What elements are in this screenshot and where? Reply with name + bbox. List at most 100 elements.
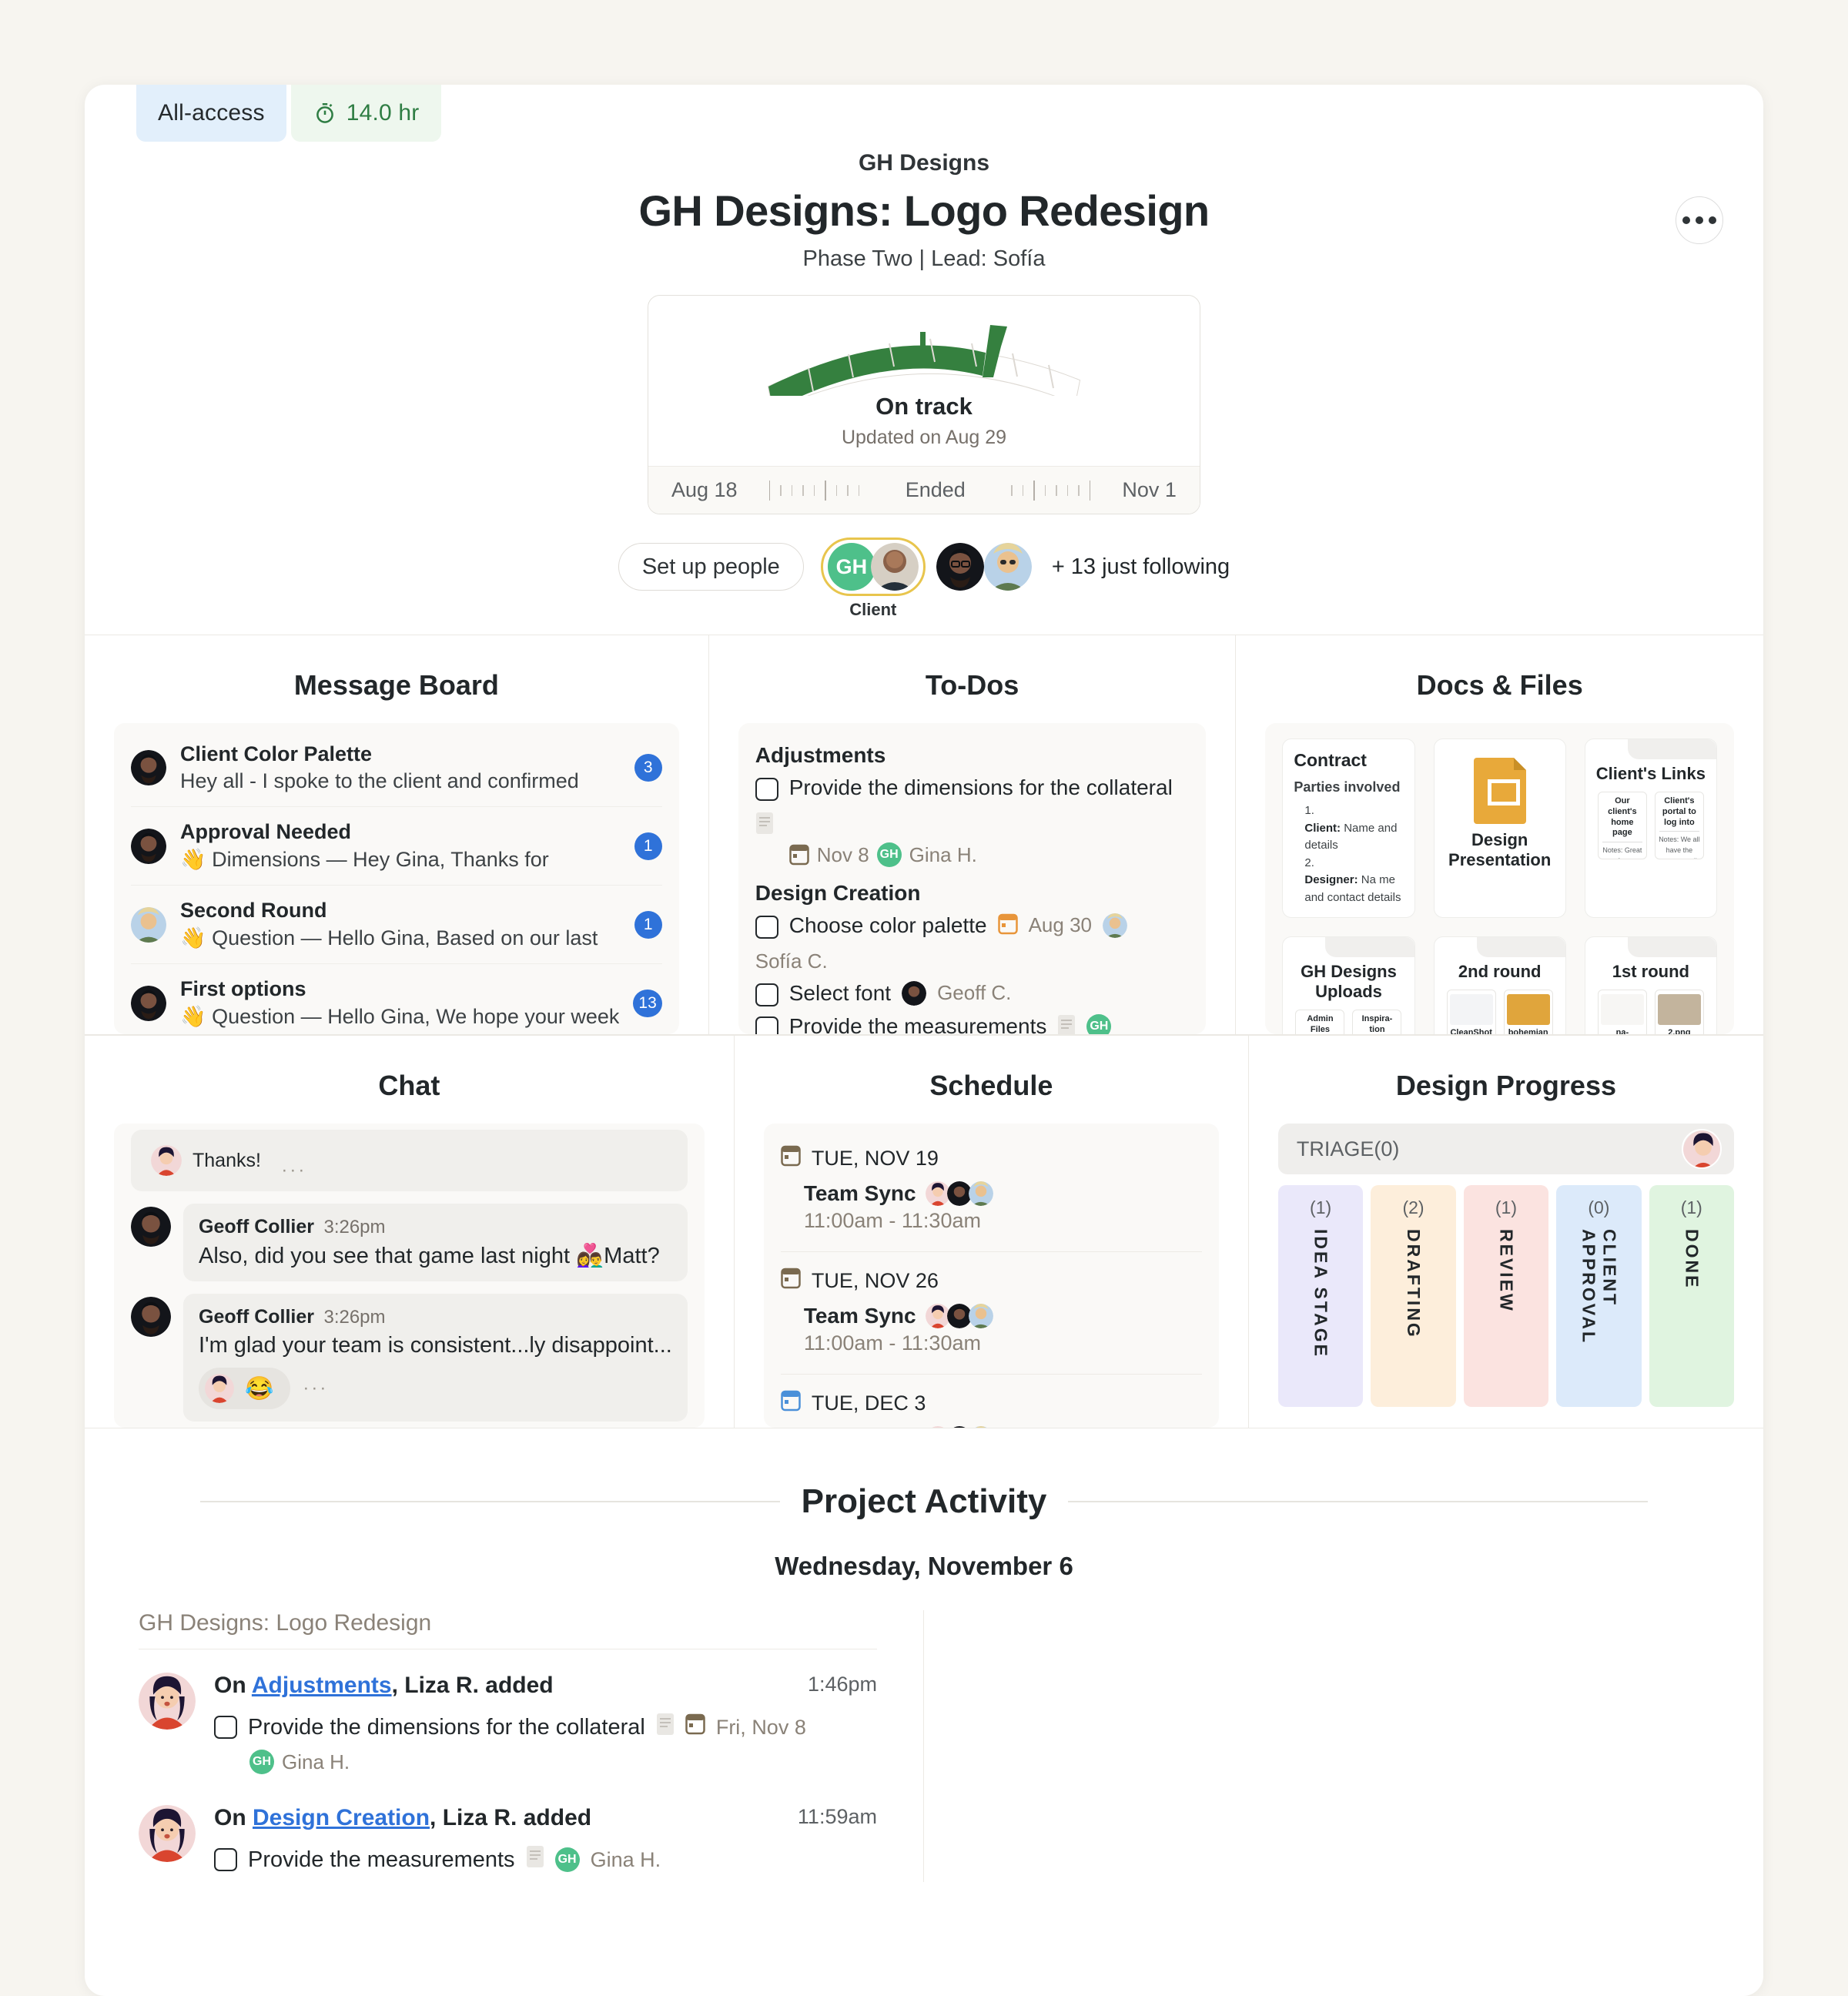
thumbnail[interactable]: bohemian design.png (1503, 990, 1553, 1034)
team-avatars (936, 543, 1032, 591)
list-item[interactable]: Client Color Palette Hey all - I spoke t… (131, 729, 662, 807)
avatar-liza (205, 1374, 234, 1403)
progress-card[interactable]: On track Updated on Aug 29 Aug 18 Ended … (648, 295, 1200, 514)
checkbox[interactable] (755, 983, 778, 1006)
doc-contract[interactable]: Contract Parties involved 1. Client: Nam… (1282, 738, 1415, 918)
set-up-people-button[interactable]: Set up people (618, 543, 804, 591)
kanban-column-done[interactable]: (1) DONE (1649, 1185, 1734, 1407)
activity-prefix: On (214, 1673, 252, 1698)
schedule-event-title: Team Sync (804, 1426, 916, 1428)
activity-project-name[interactable]: GH Designs: Logo Redesign (139, 1610, 877, 1649)
avatar-sofia (968, 1181, 993, 1206)
gh-avatar[interactable]: GH (827, 543, 875, 591)
avatar-liza[interactable] (1682, 1129, 1722, 1169)
reaction-pill[interactable]: Thanks! (145, 1139, 278, 1182)
thumbnail-caption: Client's portal to log into (1662, 796, 1696, 827)
kanban-triage-header[interactable]: TRIAGE(0) (1277, 1124, 1734, 1174)
chat-message[interactable]: Geoff Collier 3:26pm I'm glad your team … (131, 1294, 688, 1422)
kanban-count: (1) (1680, 1197, 1702, 1217)
all-access-chip[interactable]: All-access (136, 85, 286, 142)
reaction-pill[interactable]: 😂 (199, 1368, 291, 1409)
avatar-geoff[interactable] (936, 543, 984, 591)
list-item[interactable]: Approval Needed 👋 Dimensions — Hey Gina,… (131, 807, 662, 886)
chat-message[interactable]: Geoff Collier 3:26pm Also, did you see t… (131, 1204, 688, 1281)
activity-task-date: Fri, Nov 8 (715, 1715, 806, 1739)
chat-author: Geoff Collier (199, 1216, 315, 1237)
list-item[interactable]: Second Round 👋 Question — Hello Gina, Ba… (131, 886, 662, 964)
todo-item[interactable]: Select font Geoff C. (755, 981, 1190, 1006)
divider (1068, 1501, 1649, 1502)
more-dots-icon[interactable]: ··· (303, 1378, 328, 1399)
todo-item[interactable]: Provide the measurements GH Gina H. (755, 1014, 1190, 1034)
kanban-columns: (1) IDEA STAGE (2) DRAFTING (1) REVIEW (… (1277, 1185, 1734, 1407)
thumbnail[interactable]: Our client's home page Notes: Great to r… (1597, 792, 1647, 859)
activity-timestamp: 11:59am (797, 1805, 877, 1828)
timeline-middle: Ended (905, 478, 966, 501)
thumbnail[interactable]: na-ture2.png (1597, 990, 1647, 1034)
thumbnail[interactable]: Inspira- tion (1352, 1010, 1402, 1034)
status-badge: 3 (634, 754, 662, 782)
activity-task[interactable]: Provide the measurements GH Gina H. (214, 1845, 877, 1874)
checkbox[interactable] (755, 1016, 778, 1034)
activity-link[interactable]: Adjustments (252, 1673, 392, 1698)
schedule-event[interactable]: TUE, NOV 26 Team Sync 11:00am - 11:30am (780, 1252, 1202, 1375)
activity-task[interactable]: Provide the dimensions for the collatera… (214, 1713, 877, 1742)
kanban-column-review[interactable]: (1) REVIEW (1463, 1185, 1549, 1407)
org-name: GH Designs (858, 150, 990, 176)
thumbnail[interactable]: 2.png (1654, 990, 1704, 1034)
calendar-icon (781, 1145, 801, 1172)
checkbox[interactable] (755, 916, 778, 939)
chat-reaction-row[interactable]: Thanks! ··· (131, 1130, 688, 1191)
design-progress-card: Design Progress TRIAGE(0) (1) IDEA STAGE… (1248, 1036, 1763, 1428)
thumbnail-note: Notes: We all have the same email addres… (1659, 836, 1700, 859)
kanban-column-drafting[interactable]: (2) DRAFTING (1371, 1185, 1456, 1407)
avatar (131, 985, 166, 1021)
schedule-date-label: TUE, NOV 26 (811, 1269, 939, 1292)
list-item-title: First options (180, 977, 306, 1000)
kanban-column-client-approval[interactable]: (0) CLIENT APPROVAL (1556, 1185, 1642, 1407)
thumbnail[interactable]: Admin Files (1295, 1010, 1345, 1034)
activity-suffix: , Liza R. added (391, 1673, 554, 1698)
message-board-card: Message Board Client Color Palette Hey a… (85, 635, 709, 1035)
avatar-sofia[interactable] (983, 543, 1032, 591)
list-item[interactable]: First options 👋 Question — Hello Gina, W… (131, 964, 662, 1034)
avatar-liza (151, 1145, 182, 1176)
checkbox[interactable] (755, 778, 778, 801)
docs-files-grid: Contract Parties involved 1. Client: Nam… (1265, 723, 1734, 1034)
todo-assignee: Gina H. (909, 842, 977, 866)
todo-item[interactable]: Provide the dimensions for the collatera… (755, 775, 1190, 835)
activity-entry[interactable]: On Adjustments, Liza R. added 1:46pm Pro… (139, 1649, 877, 1782)
schedule-event[interactable]: TUE, NOV 19 Team Sync 11:00am - 11:30am (780, 1130, 1202, 1252)
thumbnail[interactable]: CleanShot 2024-10-2 7 at… (1446, 990, 1496, 1034)
client-avatar-group[interactable]: GH Client (820, 538, 926, 619)
todo-item[interactable]: Choose color palette Aug 30 Sofía C. (755, 913, 1190, 973)
activity-column-right (924, 1610, 1763, 1882)
doc-design-presentation[interactable]: Design Presentation (1433, 738, 1566, 918)
activity-entry[interactable]: On Design Creation, Liza R. added 11:59a… (139, 1782, 877, 1882)
kanban-column-label: IDEA STAGE (1311, 1229, 1331, 1359)
schedule-event[interactable]: TUE, DEC 3 Team Sync (781, 1375, 1202, 1428)
kanban-column-idea-stage[interactable]: (1) IDEA STAGE (1277, 1185, 1364, 1407)
activity-task-label: Provide the dimensions for the collatera… (248, 1714, 645, 1740)
checkbox[interactable] (214, 1848, 237, 1871)
activity-link[interactable]: Design Creation (253, 1805, 430, 1830)
todo-group-heading[interactable]: Design Creation (755, 881, 1190, 906)
folder-2nd-round[interactable]: 2nd round CleanShot 2024-10-2 7 at… bohe… (1433, 936, 1566, 1034)
checkbox[interactable] (214, 1716, 237, 1739)
avatar-geoff (946, 1181, 972, 1206)
hours-chip[interactable]: 14.0 hr (290, 85, 441, 142)
document-icon (755, 812, 774, 835)
folder-clients-links[interactable]: Client's Links Our client's home page No… (1584, 738, 1717, 918)
kanban-board: TRIAGE(0) (1) IDEA STAGE (2) DRAFTING (1… (1277, 1124, 1734, 1428)
more-dots-icon[interactable]: ··· (281, 1160, 306, 1181)
schedule-attendees (925, 1426, 993, 1428)
thumbnail[interactable]: Client's portal to log into Notes: We al… (1654, 792, 1704, 859)
activity-text: On Design Creation, Liza R. added (214, 1805, 798, 1831)
avatar-client-woman[interactable] (870, 543, 919, 591)
folder-1st-round[interactable]: 1st round na-ture2.png 2.png (1584, 936, 1717, 1034)
more-options-button[interactable] (1676, 196, 1723, 244)
chat-text: I'm glad your team is consistent...ly di… (199, 1333, 672, 1358)
docs-files-title: Docs & Files (1416, 669, 1583, 701)
folder-gh-uploads[interactable]: GH Designs Uploads Admin Files Inspira- … (1282, 936, 1415, 1034)
todo-group-heading[interactable]: Adjustments (755, 743, 1190, 768)
